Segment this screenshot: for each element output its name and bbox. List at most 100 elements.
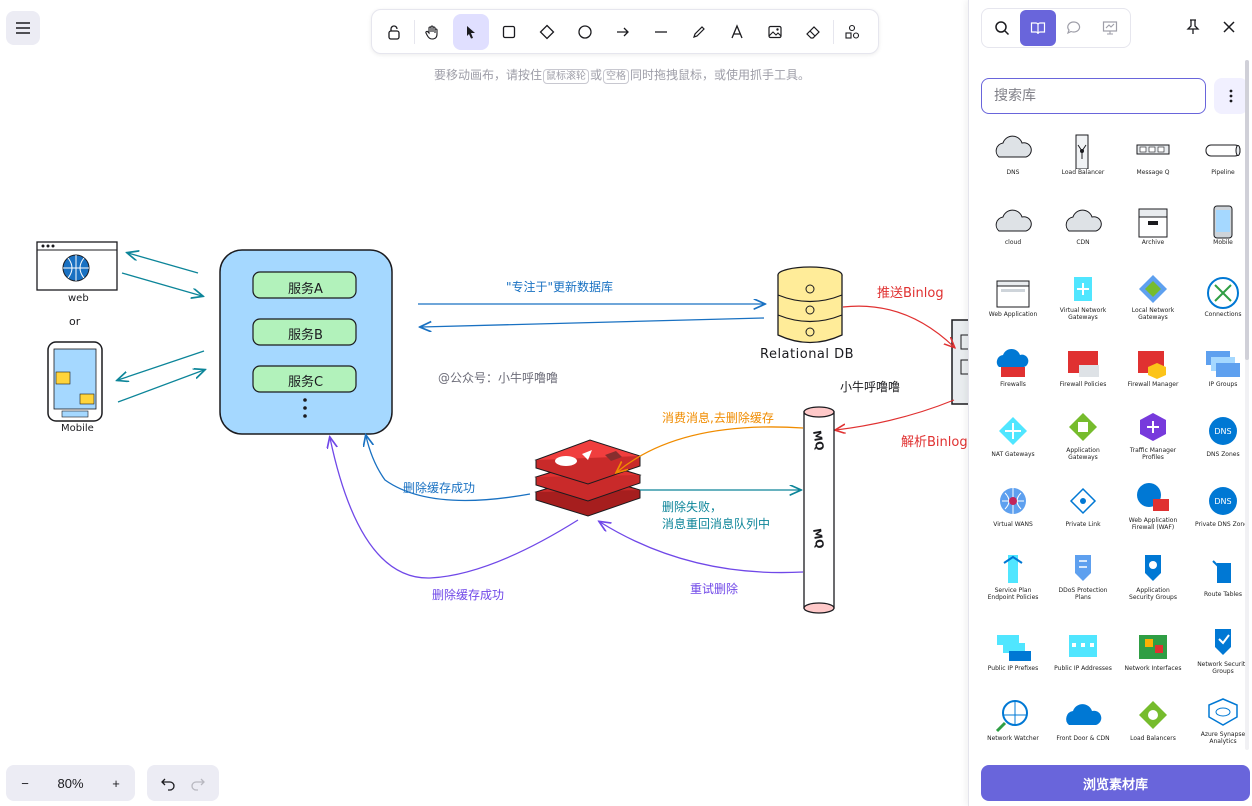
hand-icon: [425, 24, 438, 40]
library-item[interactable]: Azure Synapse Analytics: [1191, 686, 1249, 748]
main-menu-button[interactable]: [6, 11, 40, 45]
tool-diamond[interactable]: [529, 14, 565, 50]
close-icon[interactable]: [1221, 18, 1237, 36]
library-item-label: DDoS Protection Plans: [1058, 587, 1108, 601]
tool-draw[interactable]: [681, 14, 717, 50]
tab-presentation[interactable]: [1092, 10, 1128, 46]
tab-search[interactable]: [984, 10, 1020, 46]
drawing-canvas[interactable]: web or Mobile 服务A 服务B 服务C "专注于"更新数据库 Rel…: [0, 0, 968, 806]
tab-library[interactable]: [1020, 10, 1056, 46]
redo-icon[interactable]: [190, 775, 206, 791]
relational-db-icon[interactable]: [777, 266, 843, 344]
browse-library-button[interactable]: 浏览素材库: [981, 765, 1250, 801]
eraser-icon: [806, 25, 820, 39]
tool-rectangle[interactable]: [491, 14, 527, 50]
library-item[interactable]: DDoS Protection Plans: [1051, 542, 1115, 610]
pin-icon[interactable]: [1185, 18, 1201, 36]
library-item[interactable]: Application Gateways: [1051, 402, 1115, 470]
message-q-icon: [1136, 144, 1170, 154]
library-item[interactable]: Web Application Firewall (WAF): [1121, 472, 1185, 540]
library-item-label: Firewall Policies: [1059, 380, 1107, 388]
search-icon: [995, 21, 1010, 36]
load-balancers-icon: [1139, 700, 1167, 729]
library-item[interactable]: Virtual Network Gateways: [1051, 262, 1115, 330]
library-item[interactable]: Load Balancers: [1121, 686, 1185, 748]
panel-scrollbar[interactable]: [1245, 60, 1249, 750]
zoom-in-button[interactable]: +: [107, 776, 125, 791]
library-item[interactable]: Web Application: [981, 262, 1045, 330]
tool-extra[interactable]: [834, 14, 870, 50]
zoom-out-button[interactable]: −: [16, 776, 34, 791]
library-item[interactable]: Virtual WANS: [981, 472, 1045, 540]
tool-line[interactable]: [643, 14, 679, 50]
undo-icon[interactable]: [160, 775, 176, 791]
tool-ellipse[interactable]: [567, 14, 603, 50]
mobile-device-icon[interactable]: [47, 341, 103, 422]
zoom-level[interactable]: 80%: [57, 776, 83, 791]
tool-select[interactable]: [453, 13, 489, 50]
update-db-label: "专注于"更新数据库: [506, 280, 614, 294]
library-item[interactable]: Firewalls: [981, 332, 1045, 400]
canal-server-icon[interactable]: [951, 319, 968, 405]
tool-image[interactable]: [757, 14, 793, 50]
firewall-manager-icon: [1138, 350, 1166, 379]
tool-text[interactable]: [719, 14, 755, 50]
library-item[interactable]: NAT Gateways: [981, 402, 1045, 470]
tool-lock[interactable]: [376, 14, 412, 50]
ddos-protection-plans-icon: [1075, 555, 1091, 581]
library-item-label: Pipeline: [1211, 168, 1235, 176]
tab-comments[interactable]: [1056, 10, 1092, 46]
library-item[interactable]: DNS DNS Zones: [1191, 402, 1249, 470]
web-application-icon: [996, 280, 1030, 307]
library-item[interactable]: Application Security Groups: [1121, 542, 1185, 610]
library-item[interactable]: Load Balancer: [1051, 120, 1115, 188]
tool-eraser[interactable]: [795, 14, 831, 50]
library-item[interactable]: Network Interfaces: [1121, 616, 1185, 684]
library-item[interactable]: CDN: [1051, 190, 1115, 258]
library-search-input[interactable]: [981, 78, 1206, 114]
web-browser-icon[interactable]: [36, 241, 118, 291]
parse-binlog-label: 解析Binlog: [901, 435, 968, 450]
hint-suffix: 同时拖拽鼠标，或使用抓手工具。: [630, 68, 811, 82]
library-item[interactable]: cloud: [981, 190, 1045, 258]
library-item-label: Network Watcher: [987, 734, 1039, 742]
library-item[interactable]: Network Watcher: [981, 686, 1045, 748]
library-item[interactable]: Connections: [1191, 262, 1249, 330]
library-item[interactable]: Archive: [1121, 190, 1185, 258]
library-item[interactable]: Private Link: [1051, 472, 1115, 540]
library-item[interactable]: Network Security Groups: [1191, 616, 1249, 684]
library-item[interactable]: DNS: [981, 120, 1045, 188]
library-item[interactable]: DNS Private DNS Zones: [1191, 472, 1249, 540]
network-watcher-icon: [995, 699, 1028, 732]
tool-hand[interactable]: [415, 14, 451, 50]
svg-text:DNS: DNS: [1214, 497, 1231, 506]
library-item-label: Virtual Network Gateways: [1059, 307, 1107, 321]
library-item[interactable]: Firewall Manager: [1121, 332, 1185, 400]
library-item[interactable]: Public IP Addresses: [1051, 616, 1115, 684]
tool-arrow[interactable]: [605, 14, 641, 50]
library-grid: DNS Load Balancer Message Q Pipeline cloud CD…: [977, 120, 1249, 748]
library-item[interactable]: Front Door & CDN: [1051, 686, 1115, 748]
library-item[interactable]: IP Groups: [1191, 332, 1249, 400]
library-item[interactable]: Message Q: [1121, 120, 1185, 188]
library-item-label: Application Gateways: [1066, 447, 1100, 461]
library-item[interactable]: Firewall Policies: [1051, 332, 1115, 400]
library-item[interactable]: Mobile: [1191, 190, 1249, 258]
route-tables-icon: [1212, 559, 1231, 583]
library-item-label: Load Balancers: [1130, 734, 1176, 742]
library-item-label: Private DNS Zones: [1194, 520, 1249, 528]
hint-or: 或: [590, 68, 603, 82]
dns-icon: [995, 135, 1032, 157]
hamburger-icon: [16, 22, 30, 34]
library-item[interactable]: Service Plan Endpoint Policies: [981, 542, 1045, 610]
redis-cache-icon[interactable]: [534, 439, 642, 517]
book-icon: [1030, 22, 1046, 35]
panel-tab-bar: [981, 8, 1131, 48]
library-item[interactable]: Traffic Manager Profiles: [1121, 402, 1185, 470]
library-item[interactable]: Local Network Gateways: [1121, 262, 1185, 330]
library-item-label: Connections: [1204, 310, 1242, 318]
library-more-button[interactable]: [1214, 78, 1248, 114]
library-item[interactable]: Public IP Prefixes: [981, 616, 1045, 684]
library-item[interactable]: Pipeline: [1191, 120, 1249, 188]
library-item[interactable]: Route Tables: [1191, 542, 1249, 610]
